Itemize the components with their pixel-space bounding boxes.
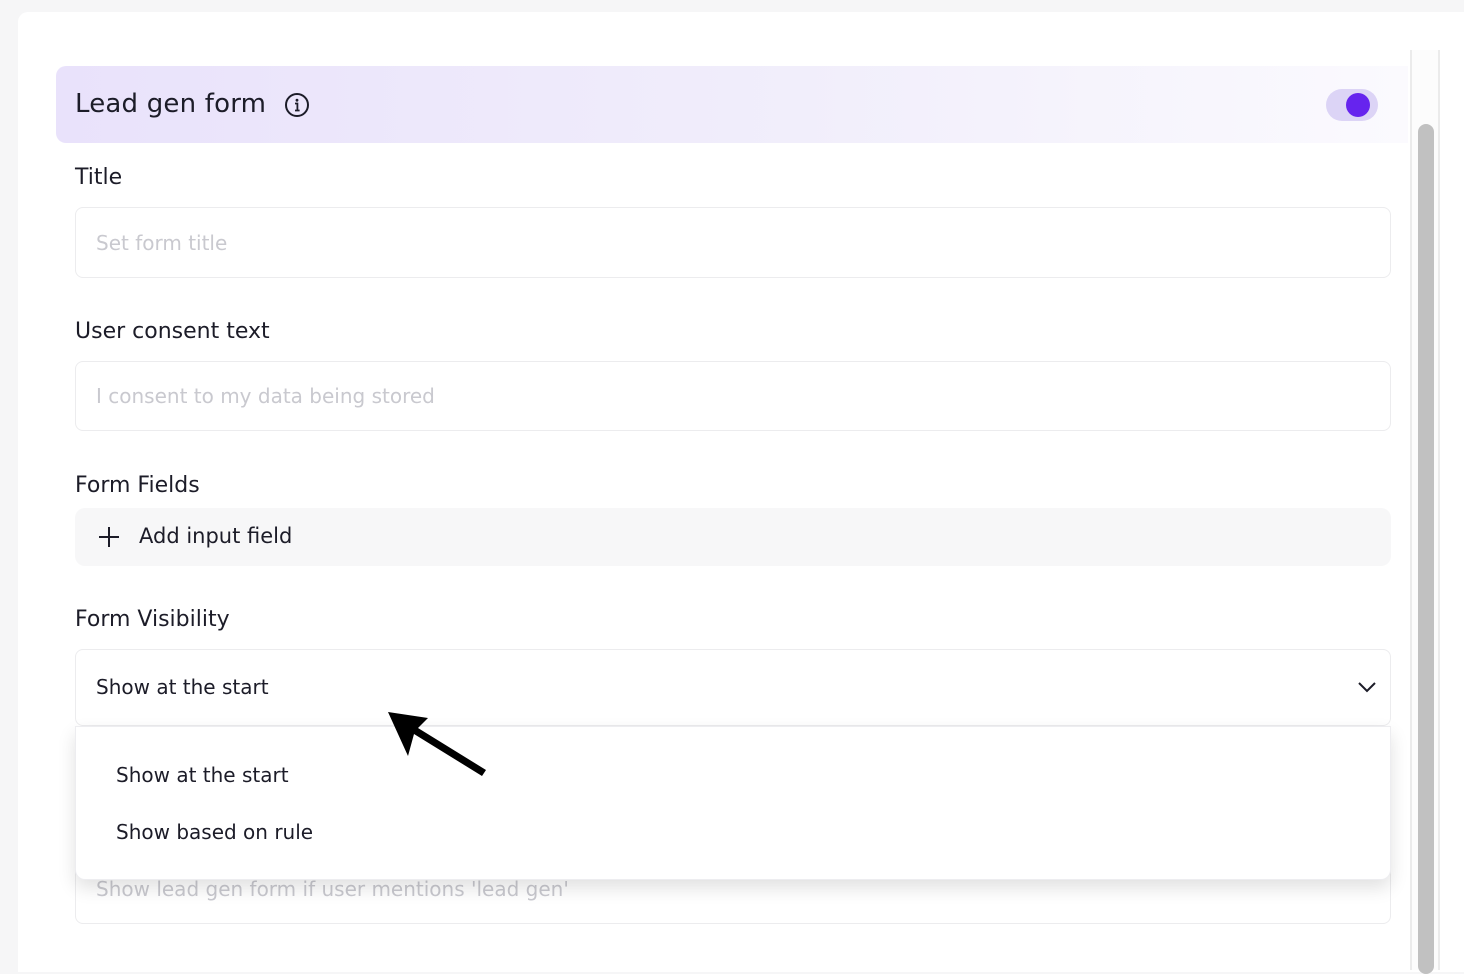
lead-gen-toggle[interactable] — [1326, 89, 1378, 121]
chevron-down-icon — [1358, 682, 1376, 693]
form-fields-label: Form Fields — [75, 473, 200, 498]
scrollbar-thumb[interactable] — [1418, 124, 1434, 974]
option-show-based-on-rule[interactable]: Show based on rule — [116, 817, 313, 847]
form-visibility-select[interactable]: Show at the start — [75, 649, 1391, 726]
add-input-field-button[interactable]: Add input field — [75, 508, 1391, 566]
form-title-input[interactable] — [75, 207, 1391, 278]
consent-label: User consent text — [75, 319, 270, 344]
title-label: Title — [75, 165, 123, 190]
add-input-field-label: Add input field — [139, 524, 293, 548]
info-icon[interactable] — [284, 92, 310, 118]
option-show-at-start[interactable]: Show at the start — [116, 760, 289, 790]
lead-gen-title: Lead gen form — [75, 89, 267, 119]
toggle-knob — [1346, 93, 1370, 117]
consent-text-input[interactable] — [75, 361, 1391, 431]
plus-icon — [99, 527, 119, 547]
visibility-dropdown-menu: Show at the start Show based on rule — [75, 726, 1391, 880]
select-value: Show at the start — [96, 675, 269, 699]
form-visibility-label: Form Visibility — [75, 607, 230, 632]
mouse-pointer-icon — [388, 712, 486, 776]
